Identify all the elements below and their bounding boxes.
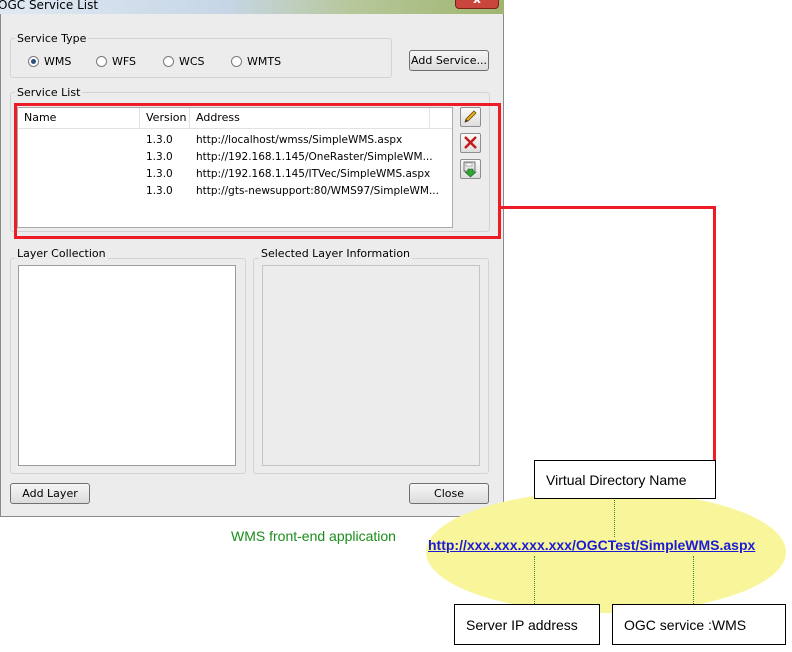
table-row[interactable]: 1.3.0 http://192.168.1.145/ITVec/SimpleW… bbox=[18, 167, 452, 184]
radio-wcs-label: WCS bbox=[179, 55, 205, 68]
radio-unselected-icon bbox=[163, 56, 174, 67]
edit-service-button[interactable] bbox=[460, 107, 481, 127]
service-list-table[interactable]: Name Version Address 1.3.0 http://localh… bbox=[17, 107, 453, 228]
server-ip-label: Server IP address bbox=[454, 604, 600, 645]
leader-virtual-directory bbox=[614, 498, 615, 537]
delete-service-button[interactable] bbox=[460, 133, 481, 153]
radio-wmts[interactable]: WMTS bbox=[231, 55, 281, 68]
row-address: http://192.168.1.145/ITVec/SimpleWMS.asp… bbox=[196, 168, 431, 180]
radio-unselected-icon bbox=[231, 56, 242, 67]
connector-horizontal bbox=[501, 206, 715, 209]
header-divider bbox=[18, 128, 452, 129]
row-address: http://gts-newsupport:80/WMS97/SimpleWM.… bbox=[196, 185, 439, 197]
row-version: 1.3.0 bbox=[146, 185, 173, 197]
radio-selected-icon bbox=[28, 56, 39, 67]
selected-layer-legend: Selected Layer Information bbox=[259, 247, 413, 260]
column-header-name[interactable]: Name bbox=[18, 108, 140, 128]
connector-vertical bbox=[713, 206, 716, 461]
highlight-frame-left bbox=[14, 103, 17, 239]
column-header-address[interactable]: Address bbox=[190, 108, 430, 128]
leader-ogc-service bbox=[693, 556, 694, 604]
pencil-icon bbox=[464, 110, 477, 123]
row-version: 1.3.0 bbox=[146, 134, 173, 146]
radio-wfs[interactable]: WFS bbox=[96, 55, 136, 68]
window-close-button[interactable]: x bbox=[455, 0, 499, 9]
row-address: http://192.168.1.145/OneRaster/SimpleWM.… bbox=[196, 151, 433, 163]
service-list-legend: Service List bbox=[15, 86, 83, 99]
radio-wmts-label: WMTS bbox=[247, 55, 282, 68]
highlight-frame-right bbox=[498, 103, 501, 239]
add-service-button[interactable]: Add Service... bbox=[409, 50, 489, 71]
highlight-frame-bottom bbox=[14, 236, 501, 239]
leader-server-ip bbox=[534, 556, 535, 604]
service-url-link[interactable]: http://xxx.xxx.xxx.xxx/OGCTest/SimpleWMS… bbox=[428, 537, 755, 553]
ogc-service-label: OGC service :WMS bbox=[612, 604, 786, 645]
radio-wms-label: WMS bbox=[44, 55, 72, 68]
layer-collection-legend: Layer Collection bbox=[15, 247, 108, 260]
selected-layer-info-panel bbox=[262, 265, 480, 466]
virtual-directory-label: Virtual Directory Name bbox=[534, 460, 716, 499]
close-button[interactable]: Close bbox=[409, 483, 489, 504]
layer-collection-list[interactable] bbox=[18, 265, 236, 466]
row-version: 1.3.0 bbox=[146, 151, 173, 163]
radio-wcs[interactable]: WCS bbox=[163, 55, 205, 68]
highlight-frame-top bbox=[14, 103, 501, 106]
service-type-legend: Service Type bbox=[15, 32, 89, 45]
table-row[interactable]: 1.3.0 http://gts-newsupport:80/WMS97/Sim… bbox=[18, 184, 452, 201]
add-layer-button[interactable]: Add Layer bbox=[10, 483, 90, 504]
row-address: http://localhost/wmss/SimpleWMS.aspx bbox=[196, 134, 403, 146]
radio-wms[interactable]: WMS bbox=[28, 55, 71, 68]
save-download-icon bbox=[463, 161, 477, 178]
radio-unselected-icon bbox=[96, 56, 107, 67]
front-end-caption: WMS front-end application bbox=[231, 528, 396, 544]
radio-wfs-label: WFS bbox=[112, 55, 136, 68]
row-version: 1.3.0 bbox=[146, 168, 173, 180]
delete-x-icon bbox=[464, 136, 477, 149]
column-header-version[interactable]: Version bbox=[140, 108, 190, 128]
table-row[interactable]: 1.3.0 http://localhost/wmss/SimpleWMS.as… bbox=[18, 133, 452, 150]
window-title: OGC Service List bbox=[0, 0, 99, 12]
table-row[interactable]: 1.3.0 http://192.168.1.145/OneRaster/Sim… bbox=[18, 150, 452, 167]
save-service-button[interactable] bbox=[460, 159, 481, 179]
